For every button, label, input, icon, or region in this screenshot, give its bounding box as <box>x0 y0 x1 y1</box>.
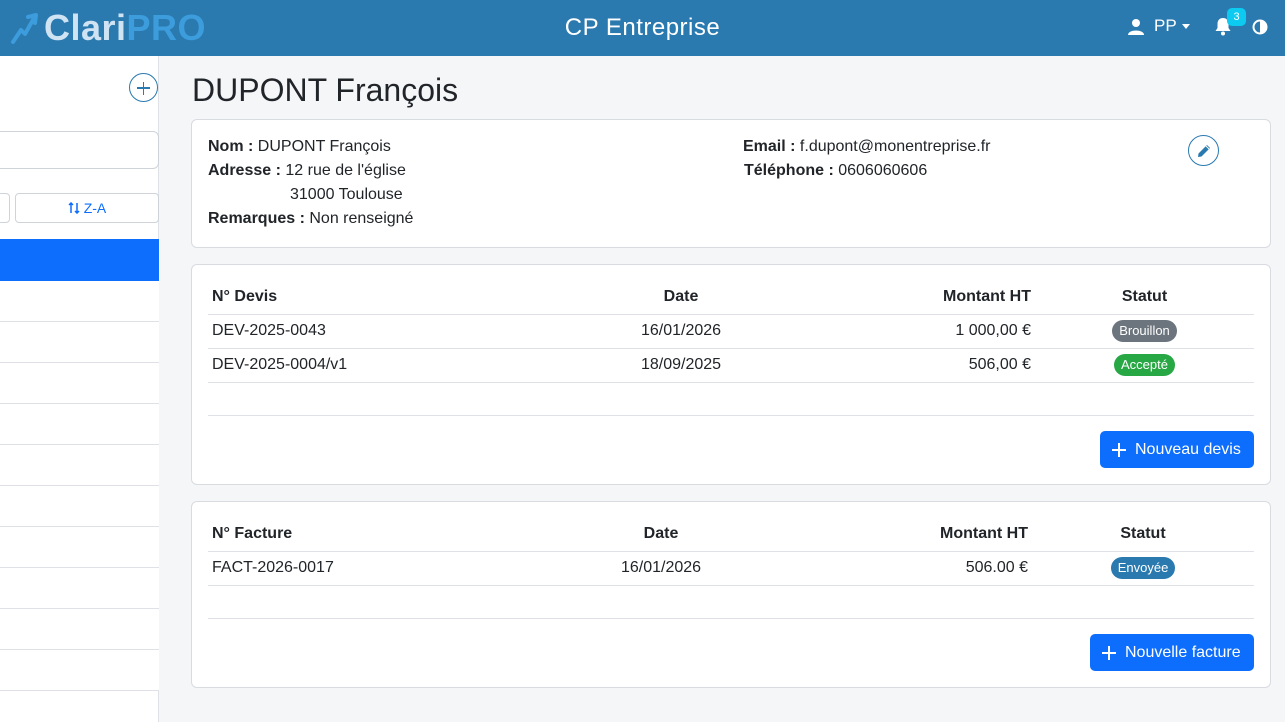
sort-az-button[interactable] <box>0 193 10 223</box>
new-devis-label: Nouveau devis <box>1135 440 1241 458</box>
col-header-date: Date <box>538 281 824 315</box>
plus-icon <box>1112 442 1126 457</box>
client-search-input[interactable] <box>0 131 159 169</box>
client-list <box>0 239 159 691</box>
table-row[interactable]: DEV-2025-0043 16/01/2026 1 000,00 € Brou… <box>208 314 1254 349</box>
info-remarques: Remarques : Non renseigné <box>208 210 413 228</box>
client-list-item[interactable] <box>0 527 159 568</box>
remarques-label: Remarques : <box>208 210 305 227</box>
email-value[interactable]: f.dupont@monentreprise.fr <box>800 138 991 155</box>
factures-table-header: N° Facture Date Montant HT Statut <box>208 518 1254 552</box>
info-email: Email : f.dupont@monentreprise.fr <box>743 138 990 156</box>
status-badge: Envoyée <box>1110 557 1176 579</box>
factures-card: N° Facture Date Montant HT Statut FACT-2… <box>191 501 1271 688</box>
col-header-statut: Statut <box>1035 281 1254 315</box>
user-initials: PP <box>1154 16 1177 35</box>
top-navbar: Clari PRO CP Entreprise PP 3 <box>0 0 1285 56</box>
col-header-numero: N° Devis <box>208 281 538 315</box>
client-list-item[interactable] <box>0 322 159 363</box>
client-list-item[interactable] <box>0 609 159 650</box>
adresse-label: Adresse : <box>208 162 281 179</box>
status-badge: Brouillon <box>1112 320 1177 342</box>
client-list-item[interactable] <box>0 281 159 322</box>
sort-za-label: Z-A <box>83 200 107 216</box>
client-list-item[interactable] <box>0 650 159 691</box>
facture-date: 16/01/2026 <box>518 551 804 586</box>
remarques-value: Non renseigné <box>309 210 414 227</box>
pencil-icon <box>1197 144 1210 157</box>
table-empty-row <box>208 382 1254 416</box>
col-header-date: Date <box>518 518 804 552</box>
info-telephone: Téléphone : 0606060606 <box>744 162 927 180</box>
client-list-item[interactable] <box>0 486 159 527</box>
telephone-label: Téléphone : <box>744 162 834 179</box>
plus-icon <box>1102 645 1116 660</box>
edit-client-button[interactable] <box>1188 135 1219 166</box>
user-icon <box>1128 18 1144 35</box>
nom-value: DUPONT François <box>257 138 391 155</box>
col-header-montant: Montant HT <box>824 281 1035 315</box>
devis-montant: 1 000,00 € <box>824 314 1035 349</box>
client-list-item[interactable] <box>0 445 159 486</box>
client-info-card: Nom : DUPONT François Adresse : 12 rue d… <box>191 119 1271 248</box>
devis-table: N° Devis Date Montant HT Statut DEV-2025… <box>208 281 1254 416</box>
theme-toggle-icon[interactable] <box>1252 19 1268 35</box>
new-devis-button[interactable]: Nouveau devis <box>1100 431 1254 468</box>
facture-numero: FACT-2026-0017 <box>208 551 518 586</box>
adresse-line2: 31000 Toulouse <box>290 186 403 203</box>
sort-za-button[interactable]: Z-A <box>15 193 159 223</box>
client-list-item[interactable] <box>0 363 159 404</box>
table-row[interactable]: FACT-2026-0017 16/01/2026 506.00 € Envoy… <box>208 551 1254 586</box>
email-label: Email : <box>743 138 796 155</box>
info-adresse: Adresse : 12 rue de l'église <box>208 162 406 180</box>
user-menu-dropdown[interactable]: PP <box>1128 16 1190 36</box>
new-facture-label: Nouvelle facture <box>1125 643 1241 661</box>
page-title: DUPONT François <box>192 72 459 108</box>
facture-montant: 506.00 € <box>804 551 1032 586</box>
col-header-montant: Montant HT <box>804 518 1032 552</box>
client-list-item[interactable] <box>0 404 159 445</box>
telephone-value: 0606060606 <box>838 162 928 179</box>
devis-card: N° Devis Date Montant HT Statut DEV-2025… <box>191 264 1271 485</box>
devis-date: 16/01/2026 <box>538 314 824 349</box>
table-empty-row <box>208 585 1254 619</box>
client-sidebar: Z-A <box>0 56 159 722</box>
devis-table-header: N° Devis Date Montant HT Statut <box>208 281 1254 315</box>
devis-numero: DEV-2025-0043 <box>208 314 538 349</box>
devis-montant: 506,00 € <box>824 348 1035 383</box>
client-list-item[interactable] <box>0 568 159 609</box>
devis-numero: DEV-2025-0004/v1 <box>208 348 538 383</box>
nom-label: Nom : <box>208 138 254 155</box>
app-title: CP Entreprise <box>564 14 721 41</box>
new-facture-button[interactable]: Nouvelle facture <box>1090 634 1254 671</box>
table-row[interactable]: DEV-2025-0004/v1 18/09/2025 506,00 € Acc… <box>208 348 1254 383</box>
devis-date: 18/09/2025 <box>538 348 824 383</box>
status-badge: Accepté <box>1114 354 1175 376</box>
client-list-item-active[interactable] <box>0 239 159 281</box>
adresse-line1: 12 rue de l'église <box>285 162 406 179</box>
col-header-numero: N° Facture <box>208 518 518 552</box>
notification-badge: 3 <box>1227 8 1246 26</box>
sort-arrows-icon <box>68 202 80 214</box>
add-client-button[interactable] <box>129 73 158 102</box>
col-header-statut: Statut <box>1032 518 1254 552</box>
chevron-down-icon <box>1181 23 1190 29</box>
factures-table: N° Facture Date Montant HT Statut FACT-2… <box>208 518 1254 619</box>
info-nom: Nom : DUPONT François <box>208 138 391 156</box>
